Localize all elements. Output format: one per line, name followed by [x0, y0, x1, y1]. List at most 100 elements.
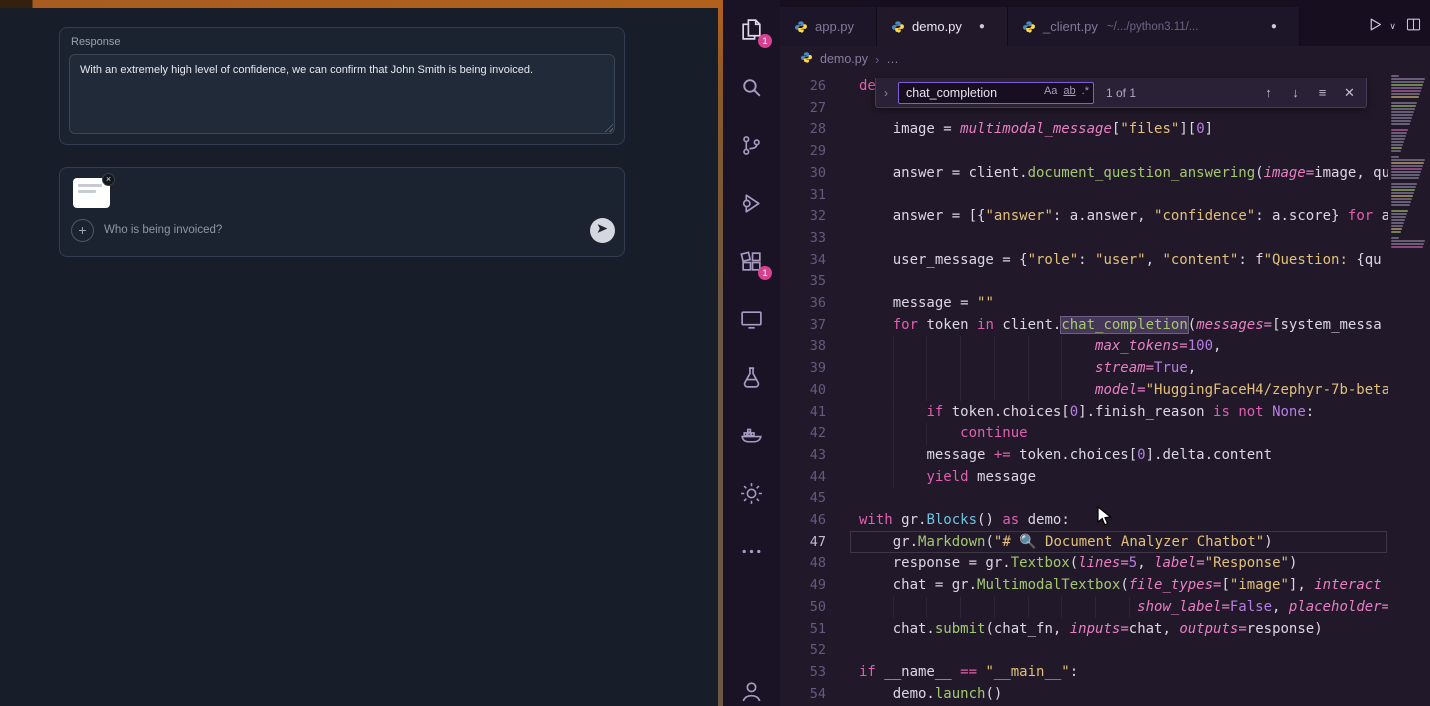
mouse-cursor [1096, 506, 1116, 533]
modified-dot-icon[interactable]: ● [1271, 21, 1277, 32]
minimap[interactable] [1388, 72, 1430, 706]
minimap-line [1391, 183, 1417, 185]
code-line[interactable]: demo.launch() [780, 684, 1388, 706]
minimap-line [1391, 132, 1407, 134]
code-line[interactable]: if token.choices[0].finish_reason is not… [780, 402, 1388, 424]
minimap-line [1391, 105, 1416, 107]
code-line[interactable]: for token in client.chat_completion(mess… [780, 315, 1388, 337]
minimap-line [1391, 129, 1408, 131]
code-line[interactable]: chat = gr.MultimodalTextbox(file_types=[… [780, 575, 1388, 597]
code-line[interactable]: image = multimodal_message["files"][0] [780, 119, 1388, 141]
code-line[interactable]: message += token.choices[0].delta.conten… [780, 445, 1388, 467]
code-line[interactable]: stream=True, [780, 358, 1388, 380]
activity-item-account[interactable] [723, 662, 780, 706]
chat-input-placeholder[interactable]: Who is being invoiced? [104, 224, 222, 236]
tab-_client.py[interactable]: _client.py~/.../python3.11/...● [1008, 7, 1300, 46]
minimap-line [1391, 114, 1413, 116]
find-in-selection-button[interactable]: ≡ [1312, 85, 1333, 100]
indent-guide [893, 358, 894, 380]
breadcrumb-file[interactable]: demo.py [820, 52, 868, 66]
indent-guide [1061, 358, 1062, 380]
debug-icon [739, 191, 764, 216]
search-icon [739, 75, 764, 100]
match-case-toggle[interactable]: Aa [1044, 85, 1057, 97]
activity-item-remote-explorer[interactable] [723, 290, 780, 348]
activity-item-source-control[interactable] [723, 116, 780, 174]
code-line[interactable] [780, 640, 1388, 662]
code-line[interactable]: response = gr.Textbox(lines=5, label="Re… [780, 553, 1388, 575]
monitor-icon [739, 307, 764, 332]
minimap-line [1391, 96, 1419, 98]
code-line[interactable]: model="HuggingFaceH4/zephyr-7b-beta [780, 380, 1388, 402]
attachment-thumbnail[interactable]: × [73, 178, 110, 208]
code-line[interactable]: yield message [780, 467, 1388, 489]
minimap-line [1391, 81, 1424, 83]
activity-item-run-debug[interactable] [723, 174, 780, 232]
regex-toggle[interactable]: .* [1082, 85, 1089, 97]
minimap-line [1391, 168, 1422, 170]
minimap-line [1391, 225, 1403, 227]
indent-guide [994, 358, 995, 380]
indent-guide [1028, 336, 1029, 358]
code-line[interactable]: max_tokens=100, [780, 336, 1388, 358]
add-file-button[interactable]: + [71, 219, 94, 242]
indent-guide [893, 336, 894, 358]
code-line[interactable]: continue [780, 423, 1388, 445]
code-line[interactable]: chat.submit(chat_fn, inputs=chat, output… [780, 619, 1388, 641]
code-line[interactable]: user_message = {"role": "user", "content… [780, 250, 1388, 272]
indent-guide [1061, 380, 1062, 402]
whole-word-toggle[interactable]: ab [1063, 85, 1075, 97]
run-dropdown-chevron-icon[interactable]: ∨ [1389, 21, 1396, 32]
code-line[interactable]: with gr.Blocks() as demo: [780, 510, 1388, 532]
minimap-line [1391, 210, 1408, 212]
close-find-button[interactable]: ✕ [1339, 85, 1360, 101]
python-icon [891, 20, 905, 34]
response-textarea[interactable]: With an extremely high level of confiden… [69, 54, 615, 134]
code-line[interactable] [780, 185, 1388, 207]
indent-guide [994, 336, 995, 358]
code-line[interactable]: answer = [{"answer": a.answer, "confiden… [780, 206, 1388, 228]
code-editor[interactable]: 2627282930313233343536373839404142434445… [780, 72, 1430, 706]
minimap-line [1391, 162, 1424, 164]
activity-item-docker[interactable] [723, 406, 780, 464]
breadcrumb-symbol[interactable]: … [886, 52, 899, 66]
activity-item-more-views[interactable] [723, 522, 780, 580]
code-line[interactable]: show_label=False, placeholder= [780, 597, 1388, 619]
code-line[interactable]: gr.Markdown("# 🔍 Document Analyzer Chatb… [780, 532, 1388, 554]
code-line[interactable] [780, 141, 1388, 163]
activity-item-search[interactable] [723, 58, 780, 116]
send-button[interactable] [590, 218, 615, 243]
find-results-count: 1 of 1 [1106, 86, 1136, 100]
indent-guide [926, 380, 927, 402]
code-line[interactable] [780, 271, 1388, 293]
code-line[interactable]: answer = client.document_question_answer… [780, 163, 1388, 185]
activity-item-settings-tools[interactable] [723, 464, 780, 522]
gradio-app-panel: Response With an extremely high level of… [0, 0, 718, 706]
vscode-window: 11 app.pydemo.py●_client.py~/.../python3… [723, 0, 1430, 706]
code-line[interactable]: if __name__ == "__main__": [780, 662, 1388, 684]
run-python-file-button[interactable] [1367, 16, 1384, 38]
next-match-button[interactable]: ↓ [1285, 85, 1306, 100]
flask-icon [739, 365, 764, 390]
activity-item-testing[interactable] [723, 348, 780, 406]
tab-demo.py[interactable]: demo.py● [877, 7, 1008, 46]
minimap-line [1391, 117, 1412, 119]
split-editor-button[interactable] [1405, 16, 1422, 38]
remove-attachment-button[interactable]: × [102, 173, 115, 186]
indent-guide [926, 336, 927, 358]
whale-icon [739, 423, 764, 448]
code-line[interactable] [780, 228, 1388, 250]
code-line[interactable]: message = "" [780, 293, 1388, 315]
breadcrumb-separator-icon: › [875, 52, 879, 67]
breadcrumb[interactable]: demo.py › … [780, 46, 1430, 72]
tab-app.py[interactable]: app.py [780, 7, 877, 46]
ellipsis-icon [739, 539, 764, 564]
activity-item-extensions[interactable]: 1 [723, 232, 780, 290]
minimap-line [1391, 192, 1414, 194]
previous-match-button[interactable]: ↑ [1258, 85, 1279, 100]
toggle-replace-chevron-icon[interactable]: › [880, 86, 892, 100]
activity-item-explorer[interactable]: 1 [723, 0, 780, 58]
modified-dot-icon[interactable]: ● [979, 21, 985, 32]
code-line[interactable] [780, 488, 1388, 510]
minimap-line [1391, 195, 1413, 197]
